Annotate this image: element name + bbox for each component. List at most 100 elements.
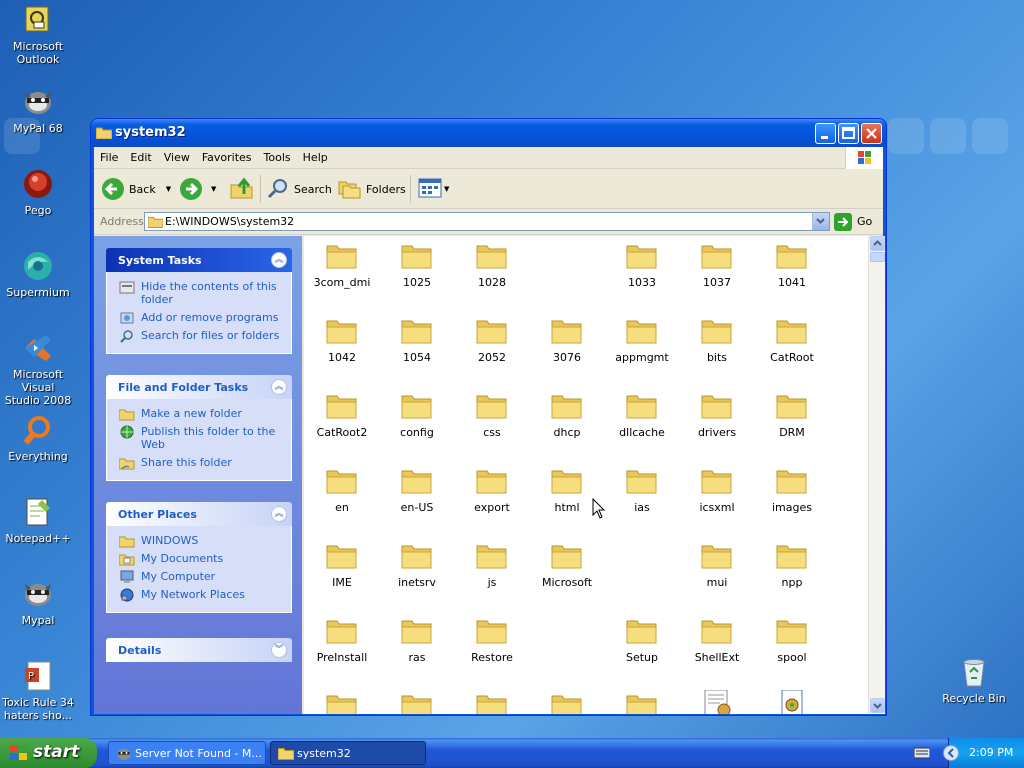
folder-item[interactable]: IME: [306, 540, 378, 589]
title-bar[interactable]: system32: [91, 119, 886, 147]
search-files-link[interactable]: Search for files or folders: [119, 329, 281, 343]
folder-item[interactable]: DRM: [756, 390, 828, 439]
desktop-icon-visual-studio[interactable]: Microsoft Visual Studio 2008: [0, 332, 78, 407]
folder-item[interactable]: 3com_dmi: [306, 240, 378, 289]
menu-favorites[interactable]: Favorites: [196, 147, 258, 164]
desktop-icon-supermium[interactable]: Supermium: [0, 250, 78, 299]
address-input[interactable]: E:\WINDOWS\system32: [144, 212, 830, 231]
folder-item[interactable]: 1028: [456, 240, 528, 289]
other-places-header[interactable]: Other Places ︽: [106, 502, 292, 526]
folders-button[interactable]: Folders: [338, 176, 406, 202]
scroll-thumb[interactable]: [870, 252, 885, 262]
menu-help[interactable]: Help: [297, 147, 334, 164]
vertical-scrollbar[interactable]: [868, 236, 885, 714]
folder-item[interactable]: spool: [756, 615, 828, 664]
folder-item[interactable]: dllcache: [606, 390, 678, 439]
folder-item[interactable]: 1054: [381, 315, 453, 364]
share-folder-link[interactable]: Share this folder: [118, 456, 281, 470]
windows-folder-link[interactable]: WINDOWS: [118, 534, 281, 548]
menu-file[interactable]: File: [94, 147, 124, 164]
search-button[interactable]: Search: [266, 176, 332, 202]
forward-dropdown-icon[interactable]: ▼: [211, 185, 216, 193]
folder-item[interactable]: icsxml: [681, 465, 753, 514]
scroll-down-button[interactable]: [870, 698, 885, 713]
system-tasks-header[interactable]: System Tasks ︽: [106, 248, 292, 272]
folder-item[interactable]: 1041: [756, 240, 828, 289]
back-button[interactable]: Back ▼: [102, 176, 171, 202]
desktop-icon-mypal68[interactable]: MyPal 68: [0, 86, 78, 135]
details-header[interactable]: Details ︾: [106, 638, 292, 662]
folder-item[interactable]: export: [456, 465, 528, 514]
views-button[interactable]: ▼: [418, 176, 449, 202]
folder-item[interactable]: css: [456, 390, 528, 439]
add-remove-programs-link[interactable]: Add or remove programs: [119, 311, 281, 324]
folder-item[interactable]: CatRoot: [756, 315, 828, 364]
folder-item[interactable]: 1025: [381, 240, 453, 289]
folder-item[interactable]: en: [306, 465, 378, 514]
folder-item[interactable]: ias: [606, 465, 678, 514]
folder-item[interactable]: bits: [681, 315, 753, 364]
folder-item[interactable]: config: [381, 390, 453, 439]
desktop-icon-pego[interactable]: Pego: [0, 168, 78, 217]
desktop-icon-notepadpp[interactable]: Notepad++: [0, 496, 78, 545]
folder-item[interactable]: drivers: [681, 390, 753, 439]
my-documents-link[interactable]: My Documents: [118, 552, 281, 566]
hide-folder-contents-link[interactable]: Hide the contents of this folder: [119, 280, 281, 306]
folder-item[interactable]: CatRoot2: [306, 390, 378, 439]
menu-view[interactable]: View: [158, 147, 196, 164]
script-file-icon[interactable]: [775, 689, 809, 714]
folder-item[interactable]: 1033: [606, 240, 678, 289]
go-button[interactable]: Go: [834, 212, 872, 231]
folder-item[interactable]: npp: [756, 540, 828, 589]
close-button[interactable]: [861, 123, 882, 144]
taskbar-item-system32[interactable]: system32: [270, 741, 426, 765]
folder-item[interactable]: 1037: [681, 240, 753, 289]
settings-file-icon[interactable]: [700, 689, 734, 714]
folder-item[interactable]: Restore: [456, 615, 528, 664]
desktop-icon-everything[interactable]: Everything: [0, 414, 78, 463]
folder-item[interactable]: en-US: [381, 465, 453, 514]
folder-icon[interactable]: [400, 690, 434, 714]
clock[interactable]: 2:09 PM: [969, 746, 1013, 759]
folder-item[interactable]: ShellExt: [681, 615, 753, 664]
my-computer-link[interactable]: My Computer: [119, 570, 281, 583]
desktop-icon-outlook[interactable]: Microsoft Outlook: [0, 4, 78, 66]
collapse-chevron-icon[interactable]: ︽: [271, 252, 287, 268]
folder-icon[interactable]: [475, 690, 509, 714]
minimize-button[interactable]: [815, 123, 836, 144]
taskbar-item-browser[interactable]: Server Not Found - M...: [108, 741, 266, 765]
folder-item[interactable]: ras: [381, 615, 453, 664]
desktop-icon-pptx-file[interactable]: P Toxic Rule 34 haters sho...: [0, 660, 78, 722]
desktop-icon-mypal[interactable]: Mypal: [0, 578, 78, 627]
folder-item[interactable]: images: [756, 465, 828, 514]
keyboard-icon[interactable]: [913, 747, 931, 762]
folder-item[interactable]: 1042: [306, 315, 378, 364]
folder-icon[interactable]: [625, 690, 659, 714]
folder-item[interactable]: 2052: [456, 315, 528, 364]
folder-item[interactable]: js: [456, 540, 528, 589]
address-dropdown-button[interactable]: [812, 213, 829, 230]
folder-icon[interactable]: [550, 690, 584, 714]
my-network-places-link[interactable]: My Network Places: [119, 588, 281, 602]
start-button[interactable]: start: [0, 738, 97, 768]
folder-item[interactable]: mui: [681, 540, 753, 589]
scroll-up-button[interactable]: [870, 236, 885, 251]
collapse-chevron-icon[interactable]: ︽: [271, 379, 287, 395]
desktop-icon-recycle-bin[interactable]: Recycle Bin: [934, 656, 1014, 705]
collapse-chevron-icon[interactable]: ︽: [271, 506, 287, 522]
folder-item[interactable]: appmgmt: [606, 315, 678, 364]
maximize-button[interactable]: [838, 123, 859, 144]
show-hidden-icons-icon[interactable]: [943, 745, 959, 761]
folder-item[interactable]: dhcp: [531, 390, 603, 439]
file-folder-tasks-header[interactable]: File and Folder Tasks ︽: [106, 375, 292, 399]
up-folder-button[interactable]: [230, 176, 254, 202]
folder-item[interactable]: 3076: [531, 315, 603, 364]
folder-item[interactable]: Microsoft: [531, 540, 603, 589]
expand-chevron-icon[interactable]: ︾: [271, 642, 287, 658]
folder-item[interactable]: PreInstall: [306, 615, 378, 664]
make-new-folder-link[interactable]: Make a new folder: [118, 407, 281, 421]
forward-button[interactable]: ▼: [180, 176, 216, 202]
menu-edit[interactable]: Edit: [124, 147, 157, 164]
menu-tools[interactable]: Tools: [258, 147, 297, 164]
back-dropdown-icon[interactable]: ▼: [166, 185, 171, 193]
